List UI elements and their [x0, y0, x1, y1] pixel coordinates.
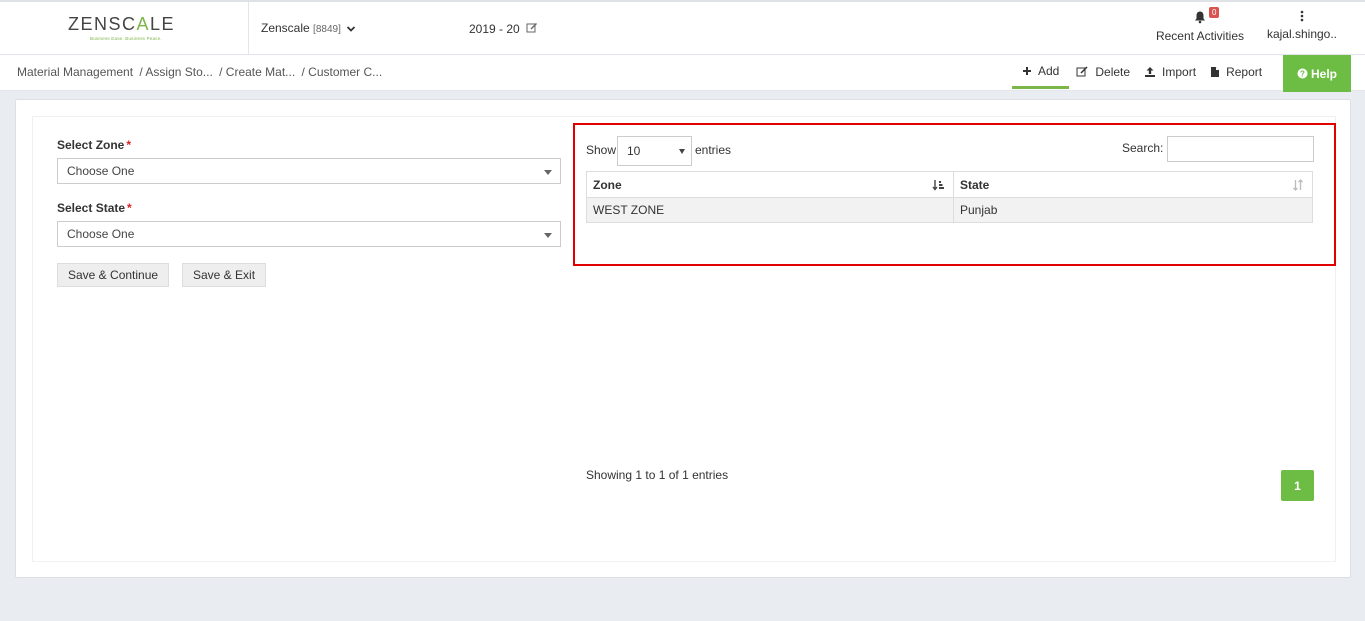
breadcrumb: Material Management / Assign Sto... / Cr…: [17, 65, 385, 79]
more-vertical-icon: [1300, 10, 1304, 22]
caret-down-icon: [679, 149, 685, 154]
import-label: Import: [1162, 65, 1197, 79]
add-label: Add: [1038, 63, 1060, 78]
action-bar: Material Management / Assign Sto... / Cr…: [0, 55, 1365, 92]
bell-icon: [1195, 11, 1205, 24]
zone-label-text: Select Zone: [57, 138, 125, 152]
zenscale-logo[interactable]: ZENSCALE Business Ease. Business Peace.: [68, 14, 183, 44]
company-name: Zenscale: [261, 21, 310, 35]
import-button[interactable]: Import: [1137, 55, 1203, 89]
help-button[interactable]: ? Help: [1283, 55, 1351, 92]
save-continue-button[interactable]: Save & Continue: [57, 263, 170, 287]
column-header-label: Zone: [593, 177, 622, 192]
search-label: Search:: [1122, 141, 1164, 155]
add-button[interactable]: Add: [1012, 55, 1070, 89]
required-mark: *: [127, 201, 132, 215]
required-mark: *: [126, 138, 132, 152]
search-input[interactable]: [1167, 136, 1314, 162]
user-menu[interactable]: kajal.shingo..: [1262, 10, 1342, 41]
toolbar-actions: Add Delete Import Report: [1012, 55, 1269, 91]
cell-state: Punjab: [953, 197, 1313, 223]
column-header-label: State: [960, 177, 990, 192]
help-label: Help: [1310, 66, 1337, 81]
state-label: Select State *: [57, 201, 132, 215]
cell-zone: WEST ZONE: [586, 197, 954, 223]
delete-label: Delete: [1095, 65, 1131, 79]
recent-activities[interactable]: Recent Activities: [1150, 10, 1250, 43]
fiscal-year-selector[interactable]: 2019 - 20: [469, 22, 538, 36]
column-header-state[interactable]: State: [953, 171, 1313, 198]
page-length-value: 10: [627, 144, 641, 158]
plus-icon: [1023, 66, 1031, 75]
chevron-down-icon: [347, 26, 356, 32]
breadcrumb-item[interactable]: Material Management: [17, 65, 133, 79]
zone-label: Select Zone *: [57, 138, 131, 152]
caret-down-icon: [544, 170, 552, 175]
report-button[interactable]: Report: [1203, 55, 1269, 89]
entries-label: entries: [695, 143, 732, 157]
edit-icon[interactable]: [526, 22, 538, 34]
upload-icon: [1145, 67, 1156, 77]
recent-activities-label: Recent Activities: [1155, 29, 1245, 43]
state-select[interactable]: Choose One: [57, 221, 561, 247]
file-icon: [1211, 67, 1220, 77]
delete-button[interactable]: Delete: [1069, 55, 1137, 89]
company-selector[interactable]: Zenscale [8849]: [261, 21, 356, 35]
breadcrumb-item[interactable]: / Customer C...: [302, 65, 383, 79]
page-button[interactable]: 1: [1281, 470, 1314, 501]
breadcrumb-item[interactable]: / Create Mat...: [219, 65, 295, 79]
column-header-zone[interactable]: Zone: [586, 171, 954, 198]
svg-text:?: ?: [1300, 69, 1305, 78]
page-length-select[interactable]: 10: [617, 136, 692, 166]
data-table: Zone State WEST ZONE Punjab: [586, 171, 1313, 223]
company-code: [8849]: [313, 24, 341, 35]
logo-tagline: Business Ease. Business Peace.: [90, 36, 162, 41]
user-name: kajal.shingo..: [1266, 27, 1338, 41]
save-exit-button[interactable]: Save & Exit: [182, 263, 267, 287]
report-label: Report: [1226, 65, 1263, 79]
caret-down-icon: [544, 233, 552, 238]
fiscal-year-label: 2019 - 20: [469, 22, 520, 36]
table-info: Showing 1 to 1 of 1 entries: [586, 468, 729, 482]
table-row[interactable]: WEST ZONE Punjab: [586, 197, 1313, 223]
show-label: Show: [586, 143, 617, 157]
logo-text-c: LE: [150, 14, 176, 34]
question-circle-icon: ?: [1297, 68, 1308, 79]
state-select-value: Choose One: [67, 227, 135, 241]
state-label-text: Select State: [57, 201, 126, 215]
zone-select-value: Choose One: [67, 164, 135, 178]
edit-icon: [1076, 66, 1088, 77]
logo-text-b: A: [136, 14, 151, 34]
logo-word: ZENSCALE: [68, 14, 183, 35]
zone-select[interactable]: Choose One: [57, 158, 561, 184]
logo-text-a: ZENSC: [68, 14, 137, 34]
sort-icon: [1293, 179, 1303, 191]
breadcrumb-item[interactable]: / Assign Sto...: [139, 65, 212, 79]
header-divider: [248, 2, 249, 55]
top-header: ZENSCALE Business Ease. Business Peace. …: [0, 0, 1365, 55]
notification-badge: 0: [1209, 7, 1220, 18]
table-header-row: Zone State: [586, 171, 1313, 198]
sort-ascending-icon: [932, 180, 944, 191]
